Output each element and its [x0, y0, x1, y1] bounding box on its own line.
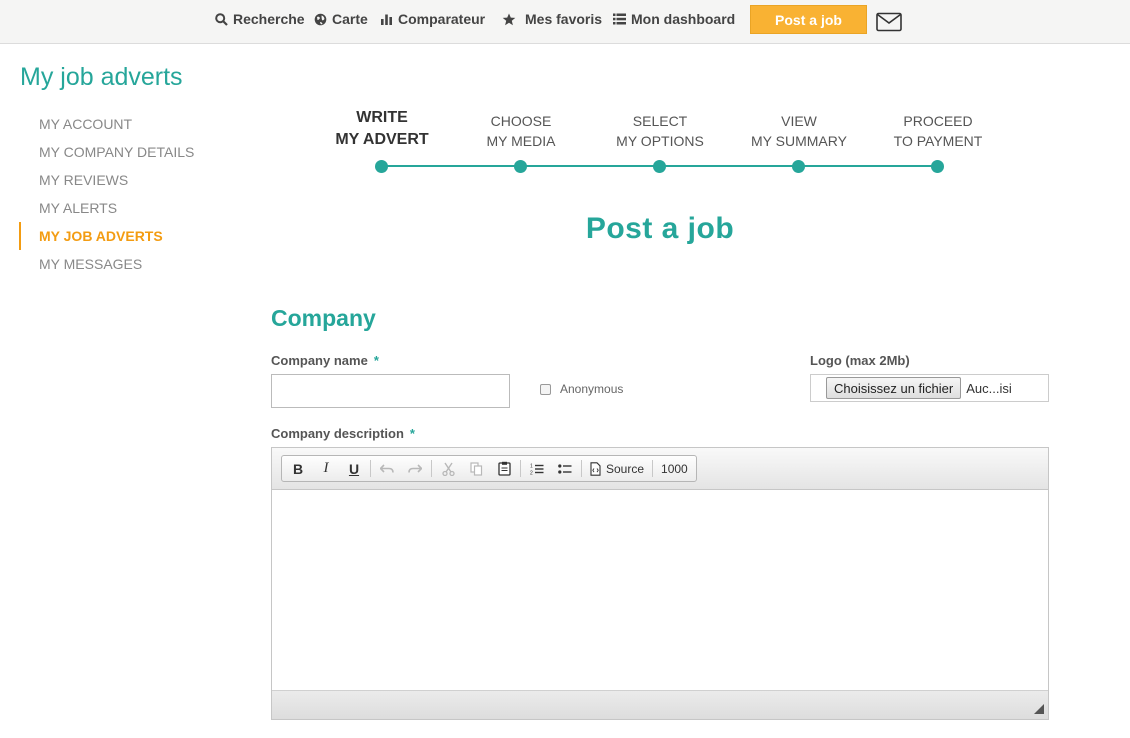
company-description-label: Company description *: [271, 426, 415, 441]
step-label-line2: MY ADVERT: [335, 131, 429, 148]
step-dot: [375, 160, 388, 173]
numbered-list-button[interactable]: 12: [523, 456, 551, 481]
bulleted-list-icon: [558, 463, 572, 474]
numbered-list-icon: 12: [530, 463, 544, 475]
company-description-label-text: Company description: [271, 426, 404, 441]
cut-button[interactable]: [434, 456, 462, 481]
source-icon: [590, 461, 601, 476]
paste-button[interactable]: [490, 456, 518, 481]
bold-button[interactable]: B: [284, 456, 312, 481]
list-icon: [613, 13, 626, 25]
logo-label: Logo (max 2Mb): [810, 353, 910, 368]
italic-button[interactable]: I: [312, 456, 340, 481]
nav-map-label: Carte: [332, 11, 368, 27]
sidebar-item-account[interactable]: MY ACCOUNT: [19, 110, 229, 138]
underline-button[interactable]: U: [340, 456, 368, 481]
sidebar-item-alerts[interactable]: MY ALERTS: [19, 194, 229, 222]
anonymous-checkbox[interactable]: [540, 383, 551, 395]
account-sidebar: MY ACCOUNT MY COMPANY DETAILS MY REVIEWS…: [19, 110, 229, 278]
form-title: Post a job: [585, 212, 735, 245]
nav-favorites[interactable]: Mes favoris: [502, 11, 602, 27]
anonymous-label: Anonymous: [560, 382, 624, 396]
toolbar-separator: [581, 460, 582, 477]
step-select-options[interactable]: SELECT MY OPTIONS: [590, 105, 730, 173]
editor-toolbar: B I U 12 Source 1000: [272, 448, 1048, 490]
progress-stepper: WRITE MY ADVERT CHOOSE MY MEDIA SELECT MY O…: [270, 105, 1050, 185]
step-label-line2: MY SUMMARY: [751, 133, 847, 149]
toolbar-separator: [520, 460, 521, 477]
rich-text-editor: B I U 12 Source 1000: [271, 447, 1049, 720]
copy-icon: [469, 461, 482, 476]
nav-dashboard-label: Mon dashboard: [631, 11, 736, 27]
nav-map[interactable]: Carte: [314, 11, 368, 27]
envelope-icon[interactable]: [876, 12, 902, 32]
undo-button[interactable]: [373, 456, 401, 481]
nav-dashboard[interactable]: Mon dashboard: [613, 11, 735, 27]
editor-toolbar-group: B I U 12 Source 1000: [281, 455, 697, 482]
redo-button[interactable]: [401, 456, 429, 481]
step-choose-media[interactable]: CHOOSE MY MEDIA: [451, 105, 591, 173]
bar-chart-icon: [381, 14, 392, 25]
nav-favorites-label: Mes favoris: [525, 11, 603, 27]
step-dot: [792, 160, 805, 173]
step-label-line1: CHOOSE: [490, 113, 552, 129]
company-name-label-text: Company name: [271, 353, 368, 368]
sidebar-item-messages[interactable]: MY MESSAGES: [19, 250, 229, 278]
step-label-line2: MY OPTIONS: [616, 133, 704, 149]
nav-search-label: Recherche: [233, 11, 305, 27]
source-label: Source: [606, 461, 645, 476]
step-label-line2: TO PAYMENT: [893, 133, 983, 149]
clipboard-icon: [497, 461, 511, 476]
nav-compare[interactable]: Comparateur: [380, 11, 485, 27]
choose-file-button[interactable]: Choisissez un fichier: [826, 377, 962, 399]
post-a-job-button[interactable]: Post a job: [750, 5, 867, 34]
star-icon: [502, 13, 516, 25]
step-label-line1: WRITE: [356, 109, 408, 126]
step-write-advert[interactable]: WRITE MY ADVERT: [312, 105, 452, 173]
redo-icon: [408, 463, 422, 473]
svg-text:2: 2: [530, 470, 533, 475]
step-dot: [653, 160, 666, 173]
scissors-icon: [441, 462, 455, 476]
svg-text:1: 1: [530, 463, 533, 469]
step-dot: [931, 160, 944, 173]
toolbar-separator: [431, 460, 432, 477]
character-counter: 1000: [661, 461, 688, 476]
step-dot: [514, 160, 527, 173]
company-description-editor[interactable]: [272, 490, 1048, 690]
section-title-company: Company: [271, 305, 376, 331]
required-marker: *: [409, 426, 415, 441]
step-label-line1: PROCEED: [903, 113, 973, 129]
logo-file-input[interactable]: Choisissez un fichier Auc...isi: [810, 374, 1049, 402]
source-button[interactable]: Source: [584, 456, 650, 481]
nav-search[interactable]: Recherche: [215, 11, 305, 27]
step-label-line2: MY MEDIA: [486, 133, 556, 149]
copy-button[interactable]: [462, 456, 490, 481]
sidebar-item-reviews[interactable]: MY REVIEWS: [19, 166, 229, 194]
step-label-line1: SELECT: [632, 113, 688, 129]
editor-footer: [272, 690, 1048, 719]
globe-icon: [314, 13, 327, 25]
nav-compare-label: Comparateur: [398, 11, 486, 27]
sidebar-item-job-adverts[interactable]: MY JOB ADVERTS: [19, 222, 229, 250]
top-nav-bar: Recherche Carte Comparateur Mes favoris …: [0, 0, 1130, 44]
toolbar-separator: [652, 460, 654, 477]
step-label-line1: VIEW: [781, 113, 817, 129]
page-title: My job adverts: [20, 63, 183, 91]
company-name-label: Company name *: [271, 353, 379, 368]
step-proceed-payment[interactable]: PROCEED TO PAYMENT: [868, 105, 1008, 173]
anonymous-option[interactable]: Anonymous: [540, 382, 623, 396]
toolbar-separator: [370, 460, 371, 477]
required-marker: *: [373, 353, 379, 368]
file-status-text: Auc...isi: [966, 380, 1012, 396]
search-icon: [215, 12, 228, 26]
resize-handle-icon[interactable]: [1034, 704, 1044, 714]
bulleted-list-button[interactable]: [551, 456, 579, 481]
company-name-input[interactable]: [271, 374, 510, 408]
step-view-summary[interactable]: VIEW MY SUMMARY: [729, 105, 869, 173]
sidebar-item-company-details[interactable]: MY COMPANY DETAILS: [19, 138, 229, 166]
undo-icon: [380, 463, 394, 473]
